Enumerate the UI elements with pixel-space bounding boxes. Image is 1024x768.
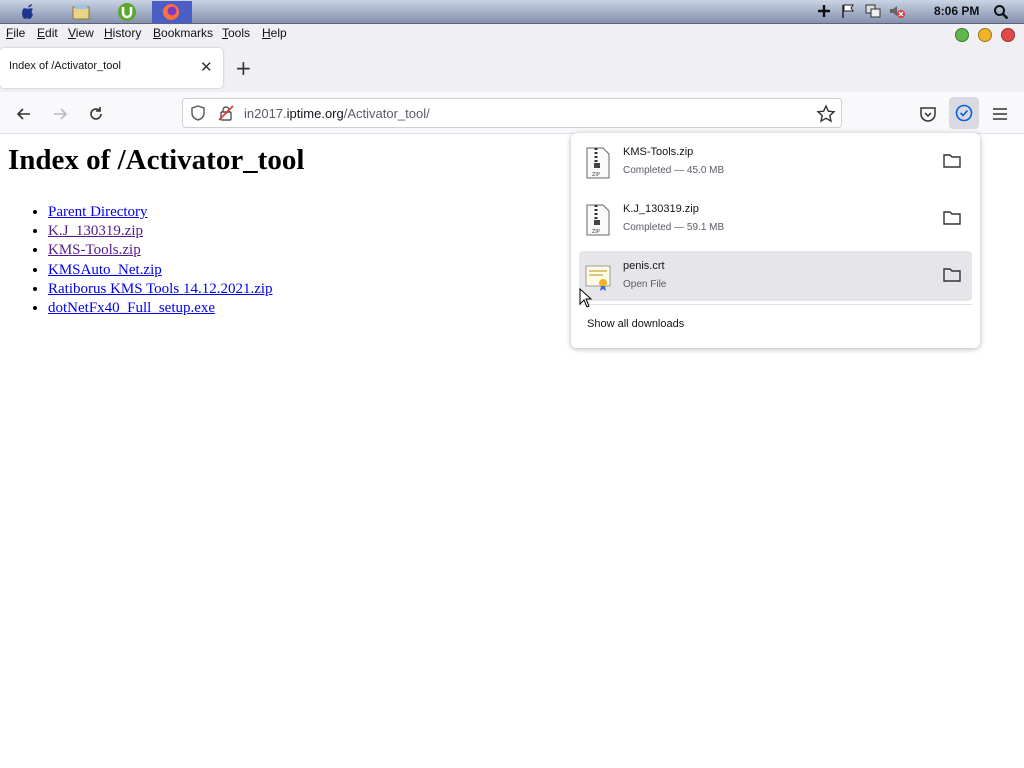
insecure-lock-icon[interactable] — [217, 104, 235, 126]
menu-help[interactable]: Help — [262, 26, 287, 40]
list-item: K.J_130319.zip — [48, 222, 273, 241]
download-name: KMS-Tools.zip — [623, 146, 694, 158]
url-path: /Activator_tool/ — [343, 106, 430, 121]
file-manager-icon[interactable] — [70, 1, 92, 23]
zip-file-icon: ZIP — [586, 147, 610, 179]
network-icon[interactable] — [864, 3, 882, 23]
close-icon[interactable]: ✕ — [200, 58, 213, 76]
link-parent-directory[interactable]: Parent Directory — [48, 204, 148, 220]
link-kmsauto-zip[interactable]: KMSAuto_Net.zip — [48, 262, 162, 278]
tab-active[interactable]: Index of /Activator_tool ✕ — [0, 48, 223, 88]
download-status: Completed — 45.0 MB — [623, 165, 725, 176]
list-item: Ratiborus KMS Tools 14.12.2021.zip — [48, 280, 273, 299]
page-title: Index of /Activator_tool — [8, 144, 305, 176]
url-host: iptime.org — [286, 106, 344, 121]
close-window-button[interactable] — [1001, 28, 1015, 42]
show-all-downloads-button[interactable]: Show all downloads — [587, 318, 684, 330]
new-tab-button[interactable]: + — [235, 58, 252, 78]
menu-bookmarks[interactable]: Bookmarks — [153, 26, 213, 40]
url-text[interactable]: in2017.iptime.org/Activator_tool/ — [244, 106, 430, 121]
download-name: K.J_130319.zip — [623, 203, 699, 215]
svg-text:ZIP: ZIP — [592, 172, 600, 178]
folder-icon — [943, 211, 961, 225]
bookmark-star-icon[interactable] — [816, 104, 836, 128]
utorrent-icon[interactable] — [116, 1, 138, 23]
reload-icon[interactable] — [86, 104, 106, 124]
firefox-icon[interactable] — [152, 1, 192, 23]
zip-file-icon: ZIP — [586, 204, 610, 236]
link-kms-tools-zip[interactable]: KMS-Tools.zip — [48, 242, 141, 258]
volume-muted-icon[interactable] — [888, 3, 906, 23]
divider — [579, 304, 972, 305]
link-dotnetfx-exe[interactable]: dotNetFx40_Full_setup.exe — [48, 300, 215, 316]
list-item: Parent Directory — [48, 203, 273, 222]
flag-icon[interactable] — [840, 3, 856, 23]
tab-title: Index of /Activator_tool — [9, 60, 121, 72]
menu-bar: File Edit View History Bookmarks Tools H… — [0, 24, 1024, 44]
menu-tools[interactable]: Tools — [222, 26, 250, 40]
url-prefix: in2017. — [244, 106, 287, 121]
menu-edit[interactable]: Edit — [37, 26, 58, 40]
menu-history[interactable]: History — [104, 26, 141, 40]
menu-hamburger-icon[interactable] — [990, 104, 1010, 128]
pocket-icon[interactable] — [918, 104, 938, 128]
link-ratiborus-zip[interactable]: Ratiborus KMS Tools 14.12.2021.zip — [48, 281, 273, 297]
forward-arrow-icon[interactable] — [50, 104, 70, 124]
downloads-complete-icon — [955, 104, 973, 122]
download-name: penis.crt — [623, 260, 665, 272]
apple-icon[interactable] — [17, 1, 39, 23]
search-icon[interactable] — [993, 4, 1009, 24]
back-arrow-icon[interactable] — [14, 104, 34, 124]
plus-icon[interactable] — [816, 3, 832, 23]
download-item[interactable]: ZIP KMS-Tools.zip Completed — 45.0 MB — [579, 137, 972, 187]
maximize-button[interactable] — [955, 28, 969, 42]
list-item: KMS-Tools.zip — [48, 241, 273, 260]
downloads-button[interactable] — [949, 97, 979, 129]
list-item: KMSAuto_Net.zip — [48, 261, 273, 280]
tracking-shield-icon[interactable] — [189, 104, 207, 126]
download-status: Open File — [623, 279, 667, 290]
link-kj-zip[interactable]: K.J_130319.zip — [48, 223, 143, 239]
downloads-panel: ZIP KMS-Tools.zip Completed — 45.0 MB ZI… — [571, 133, 980, 348]
minimize-button[interactable] — [978, 28, 992, 42]
file-list: Parent Directory K.J_130319.zip KMS-Tool… — [28, 203, 273, 318]
os-top-bar: 8:06 PM — [0, 0, 1024, 24]
clock[interactable]: 8:06 PM — [934, 4, 979, 18]
list-item: dotNetFx40_Full_setup.exe — [48, 299, 273, 318]
menu-file[interactable]: File — [6, 26, 25, 40]
mouse-cursor-icon — [579, 288, 593, 308]
download-item[interactable]: penis.crt Open File — [579, 251, 972, 301]
download-item[interactable]: ZIP K.J_130319.zip Completed — 59.1 MB — [579, 194, 972, 244]
svg-text:ZIP: ZIP — [592, 229, 600, 235]
menu-view[interactable]: View — [68, 26, 94, 40]
folder-icon — [943, 268, 961, 282]
download-status: Completed — 59.1 MB — [623, 222, 725, 233]
folder-icon — [943, 154, 961, 168]
